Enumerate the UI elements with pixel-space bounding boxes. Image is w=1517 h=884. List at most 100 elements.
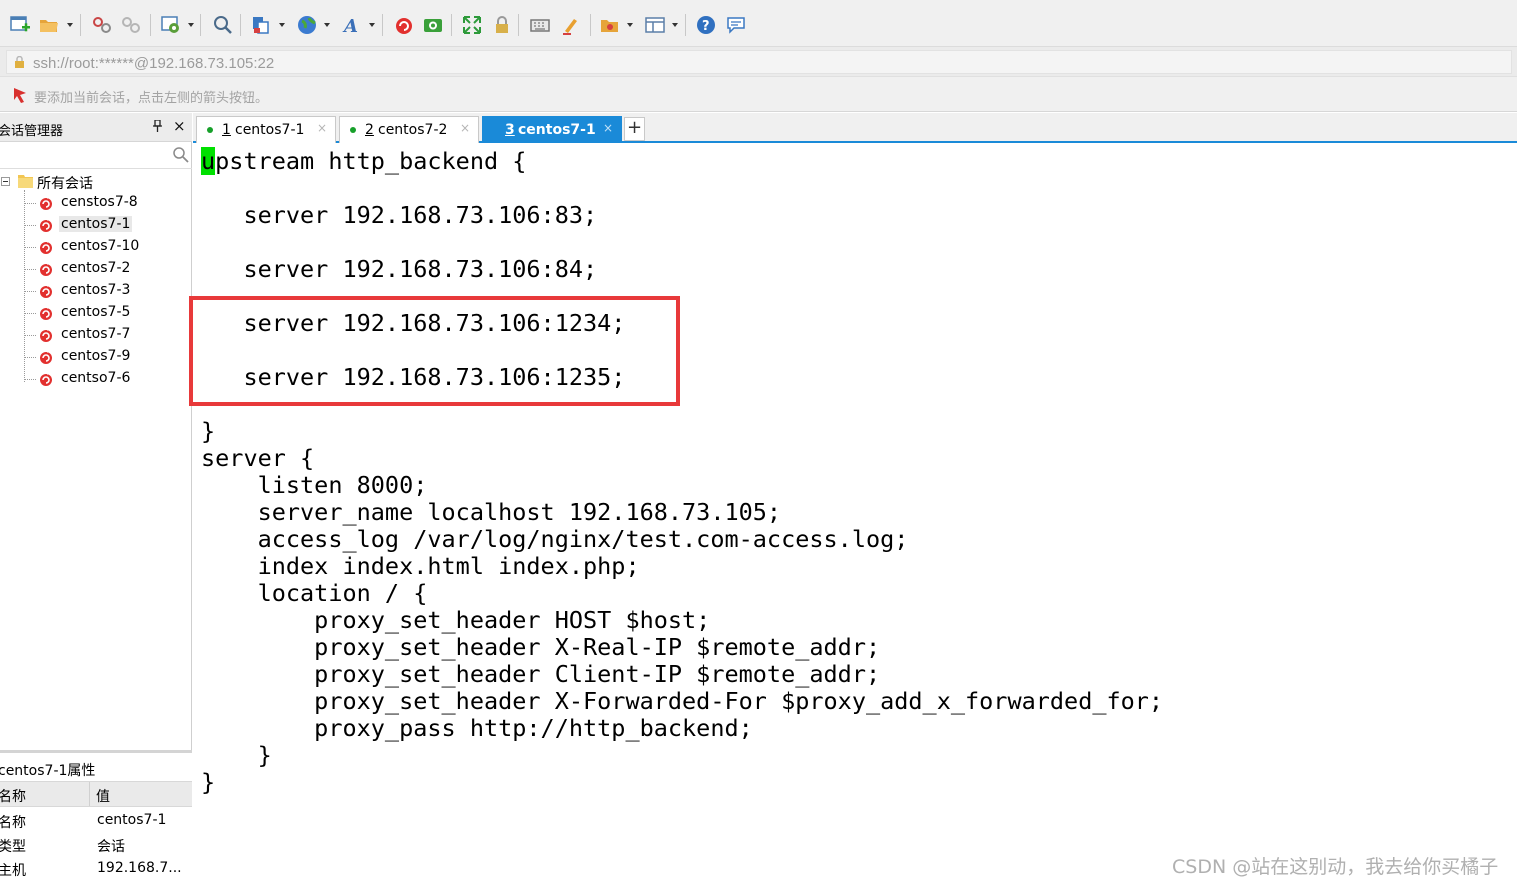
tab-number: 3 xyxy=(505,122,515,138)
hint-text: 要添加当前会话，点击左侧的箭头按钮。 xyxy=(34,91,269,106)
add-session-arrow-icon[interactable] xyxy=(12,87,28,103)
session-item[interactable]: centos7-3 xyxy=(24,280,184,302)
search-icon[interactable] xyxy=(172,146,189,163)
toolbar-separator xyxy=(518,14,519,36)
find-icon[interactable] xyxy=(210,12,236,38)
terminal-line: proxy_set_header X-Real-IP $remote_addr; xyxy=(201,633,881,661)
session-manager: 会话管理器 × 所有会话 censtos7-8 centos7-1 centos7-… xyxy=(0,113,192,884)
svg-text:?: ? xyxy=(702,19,710,34)
tree-connector xyxy=(24,313,36,314)
terminal-line: server { xyxy=(201,444,315,472)
terminal-line: } xyxy=(201,417,216,445)
session-icon xyxy=(40,217,52,232)
session-search-input[interactable] xyxy=(0,142,192,169)
script-icon[interactable] xyxy=(597,12,623,38)
session-item-label: centos7-9 xyxy=(61,348,131,364)
column-header-value[interactable]: 值 xyxy=(96,786,110,806)
help-icon[interactable]: ? xyxy=(693,12,719,38)
reconnect-icon[interactable] xyxy=(89,12,115,38)
tree-connector xyxy=(24,379,36,380)
properties-title: centos7-1属性 xyxy=(0,763,96,779)
tab-centos7-2[interactable]: 2 centos7-2 × xyxy=(339,116,479,143)
open-dropdown-icon[interactable] xyxy=(67,23,73,27)
tab-number: 1 xyxy=(222,122,231,138)
tab-centos7-1[interactable]: 1 centos7-1 × xyxy=(196,116,336,143)
layout-dropdown-icon[interactable] xyxy=(672,23,678,27)
folder-icon xyxy=(18,175,33,188)
tree-connector xyxy=(24,335,36,336)
session-manager-header: 会话管理器 × xyxy=(0,113,192,142)
connected-status-icon xyxy=(207,127,213,133)
collapse-toggle-icon[interactable] xyxy=(1,177,10,186)
pin-icon[interactable] xyxy=(153,119,162,135)
session-properties-icon[interactable] xyxy=(158,12,184,38)
tab-close-icon[interactable]: × xyxy=(317,121,327,135)
fullscreen-icon[interactable] xyxy=(459,12,485,38)
tab-centos7-1-active[interactable]: 3 centos7-1 × xyxy=(482,116,622,143)
property-value: 会话 xyxy=(97,839,125,855)
session-item-label: centos7-3 xyxy=(61,282,131,298)
globe-icon[interactable] xyxy=(294,12,320,38)
keyboard-icon[interactable] xyxy=(527,12,553,38)
session-icon xyxy=(40,327,52,342)
column-header-name[interactable]: 名称 xyxy=(0,786,26,806)
session-item[interactable]: centos7-7 xyxy=(24,324,184,346)
session-icon xyxy=(40,195,52,210)
open-folder-icon[interactable] xyxy=(36,12,62,38)
copy-dropdown-icon[interactable] xyxy=(279,23,285,27)
globe-dropdown-icon[interactable] xyxy=(324,23,330,27)
tree-root-all-sessions[interactable]: 所有会话 xyxy=(0,172,190,192)
session-tab-bar: 1 centos7-1 × 2 centos7-2 × 3 centos7-1 … xyxy=(193,113,1517,143)
session-item[interactable]: centos7-9 xyxy=(24,346,184,368)
add-tab-button[interactable]: + xyxy=(624,117,645,141)
toolbar-separator xyxy=(451,14,452,36)
copy-icon[interactable] xyxy=(248,12,274,38)
watermark: CSDN @站在这别动，我去给你买橘子 xyxy=(1172,856,1499,878)
session-item[interactable]: centos7-2 xyxy=(24,258,184,280)
terminal-line: access_log /var/log/nginx/test.com-acces… xyxy=(201,525,909,553)
tab-close-icon[interactable]: × xyxy=(603,121,613,135)
session-icon xyxy=(40,349,52,364)
property-value: 192.168.7... xyxy=(97,860,182,876)
chat-icon[interactable] xyxy=(723,12,749,38)
session-icon xyxy=(40,283,52,298)
close-icon[interactable]: × xyxy=(173,117,186,135)
terminal-line: index index.html index.php; xyxy=(201,552,640,580)
lock-icon xyxy=(15,56,24,68)
highlight-icon[interactable] xyxy=(558,12,584,38)
tree-connector xyxy=(24,225,36,226)
terminal-line: proxy_set_header X-Forwarded-For $proxy_… xyxy=(201,687,1164,715)
session-item[interactable]: centos7-1 xyxy=(24,214,184,236)
column-divider[interactable] xyxy=(89,782,90,806)
tab-close-icon[interactable]: × xyxy=(460,121,470,135)
font-dropdown-icon[interactable] xyxy=(369,23,375,27)
session-item[interactable]: centos7-10 xyxy=(24,236,184,258)
terminal-line-text: pstream http_backend { xyxy=(215,147,527,175)
disconnect-icon[interactable] xyxy=(118,12,144,38)
xshell-icon[interactable] xyxy=(391,12,417,38)
xftp-icon[interactable] xyxy=(420,12,446,38)
layout-icon[interactable] xyxy=(642,12,668,38)
session-item[interactable]: censtos7-8 xyxy=(24,192,184,214)
svg-text:A: A xyxy=(342,16,358,36)
hint-bar: 要添加当前会话，点击左侧的箭头按钮。 xyxy=(0,76,1517,112)
terminal-output[interactable]: upstream http_backend { server 192.168.7… xyxy=(193,145,1517,884)
session-item[interactable]: centos7-5 xyxy=(24,302,184,324)
new-session-icon[interactable] xyxy=(7,12,33,38)
toolbar-separator xyxy=(590,14,591,36)
tree-connector xyxy=(24,247,36,248)
lock-icon[interactable] xyxy=(489,12,515,38)
properties-dropdown-icon[interactable] xyxy=(188,23,194,27)
session-item[interactable]: centso7-6 xyxy=(24,368,184,390)
terminal-line: location / { xyxy=(201,579,428,607)
script-dropdown-icon[interactable] xyxy=(627,23,633,27)
font-icon[interactable]: A xyxy=(339,12,365,38)
terminal-cursor: u xyxy=(201,147,216,175)
address-field[interactable]: ssh://root:******@192.168.73.105:22 xyxy=(6,50,1512,74)
session-icon xyxy=(40,371,52,386)
properties-panel: centos7-1属性 名称 值 名称 centos7-1 类型 会话 主机 1… xyxy=(0,750,192,884)
session-item-label: centos7-10 xyxy=(61,238,140,254)
terminal-line: server_name localhost 192.168.73.105; xyxy=(201,498,782,526)
tree-connector xyxy=(24,291,36,292)
session-item-label: centos7-7 xyxy=(61,326,131,342)
